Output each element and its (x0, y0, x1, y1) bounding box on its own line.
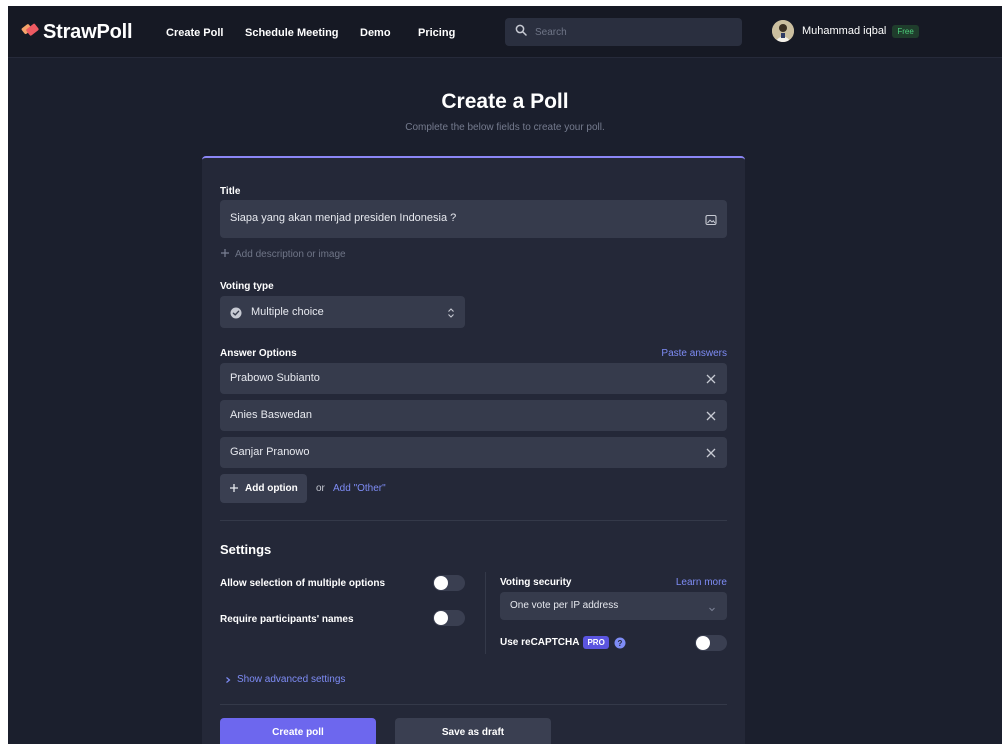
nav-pricing[interactable]: Pricing (418, 27, 455, 39)
answer-option-input-3[interactable]: Ganjar Pranowo (220, 437, 727, 468)
title-label: Title (220, 186, 241, 197)
page-subtitle: Complete the below fields to create your… (405, 122, 605, 133)
save-as-draft-button[interactable]: Save as draft (395, 718, 551, 744)
help-icon[interactable]: ? (614, 637, 626, 649)
strawpoll-wordmark: StrawPoll (43, 21, 133, 43)
page-title: Create a Poll (441, 90, 569, 113)
chevron-up-down-icon (447, 306, 455, 324)
answer-option-value: Prabowo Subianto (230, 372, 320, 384)
svg-text:?: ? (617, 639, 622, 648)
nav-schedule-meeting[interactable]: Schedule Meeting (245, 27, 339, 39)
answer-option-value: Ganjar Pranowo (230, 446, 310, 458)
create-poll-button[interactable]: Create poll (220, 718, 376, 744)
allow-multiple-toggle[interactable] (433, 575, 465, 591)
remove-option-icon[interactable] (704, 372, 718, 386)
user-name: Muhammad iqbal (802, 25, 887, 37)
strawpoll-logo[interactable]: StrawPoll (20, 20, 133, 45)
require-names-label: Require participants' names (220, 614, 354, 625)
voting-type-select[interactable]: Multiple choice (220, 296, 465, 328)
chevron-right-icon (224, 676, 232, 684)
recaptcha-label: Use reCAPTCHA (500, 637, 580, 648)
learn-more-link[interactable]: Learn more (676, 577, 727, 588)
add-other-link[interactable]: Add "Other" (333, 483, 386, 494)
remove-option-icon[interactable] (704, 446, 718, 460)
title-value: Siapa yang akan menjad presiden Indonesi… (230, 212, 457, 224)
divider (220, 704, 727, 705)
recaptcha-toggle[interactable] (695, 635, 727, 651)
answer-option-input-1[interactable]: Prabowo Subianto (220, 363, 727, 394)
show-advanced-settings-label: Show advanced settings (237, 674, 346, 685)
recaptcha-row: Use reCAPTCHA PRO ? (500, 636, 626, 649)
settings-heading: Settings (220, 542, 272, 557)
add-option-label: Add option (245, 483, 298, 494)
voting-security-select[interactable]: One vote per IP address (500, 592, 727, 620)
remove-option-icon[interactable] (704, 409, 718, 423)
paste-answers-link[interactable]: Paste answers (661, 348, 727, 359)
add-option-button[interactable]: Add option (220, 474, 307, 503)
voting-type-value: Multiple choice (251, 306, 324, 318)
search-box[interactable] (505, 18, 742, 46)
answer-option-input-2[interactable]: Anies Baswedan (220, 400, 727, 431)
title-input[interactable]: Siapa yang akan menjad presiden Indonesi… (220, 200, 727, 238)
strawpoll-logo-icon (20, 20, 40, 45)
nav-demo[interactable]: Demo (360, 27, 391, 39)
voting-security-label: Voting security (500, 577, 572, 588)
voting-type-label: Voting type (220, 281, 274, 292)
search-input[interactable] (535, 26, 725, 38)
check-circle-icon (230, 306, 242, 324)
show-advanced-settings-link[interactable]: Show advanced settings (224, 674, 345, 685)
create-poll-form: Title Siapa yang akan menjad presiden In… (202, 156, 745, 744)
plus-icon (229, 480, 239, 498)
top-navigation-bar: StrawPoll Create Poll Schedule Meeting D… (8, 6, 1002, 58)
add-description-label: Add description or image (235, 249, 346, 260)
answer-option-value: Anies Baswedan (230, 409, 312, 421)
pro-badge: PRO (583, 636, 609, 649)
user-menu[interactable]: Muhammad iqbal Free (772, 20, 919, 42)
plan-badge: Free (892, 24, 919, 38)
chevron-down-icon (707, 601, 717, 619)
allow-multiple-label: Allow selection of multiple options (220, 578, 386, 589)
nav-create-poll[interactable]: Create Poll (166, 27, 223, 39)
image-icon[interactable] (705, 213, 717, 231)
or-text: or (316, 483, 325, 494)
search-icon (515, 23, 527, 41)
answer-options-label: Answer Options (220, 348, 297, 359)
divider (220, 520, 727, 521)
require-names-toggle[interactable] (433, 610, 465, 626)
app-window: StrawPoll Create Poll Schedule Meeting D… (8, 6, 1002, 744)
avatar[interactable] (772, 20, 794, 42)
plus-icon (220, 248, 230, 261)
add-description-link[interactable]: Add description or image (220, 248, 346, 261)
settings-column-divider (485, 572, 486, 654)
voting-security-value: One vote per IP address (510, 600, 619, 611)
